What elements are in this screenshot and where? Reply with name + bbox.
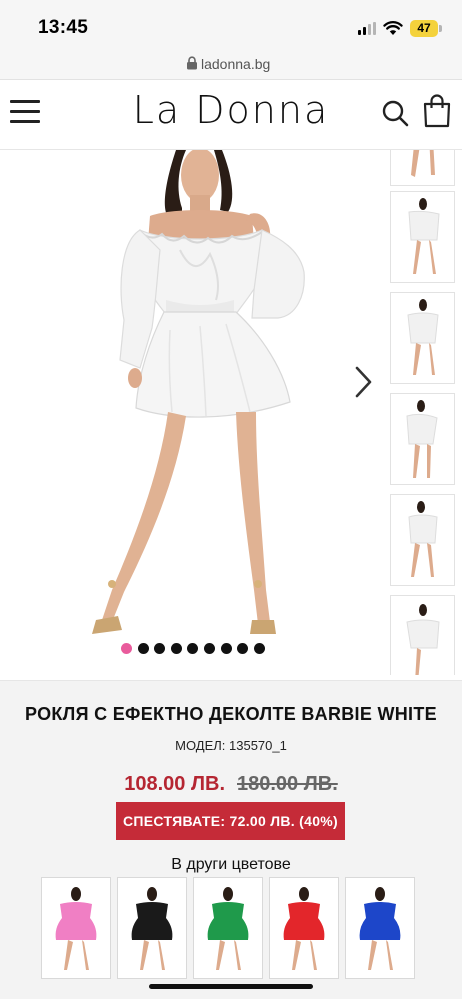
status-bar: 13:45 47 (0, 0, 462, 50)
product-title: РОКЛЯ С ЕФЕКТНО ДЕКОЛТЕ BARBIE WHITE (25, 704, 437, 724)
wifi-icon (383, 21, 403, 35)
shopping-bag-icon[interactable] (423, 94, 451, 128)
url-text[interactable]: ladonna.bg (201, 56, 270, 72)
gallery-thumbnail[interactable] (390, 494, 455, 586)
gallery-thumbnail[interactable] (390, 191, 455, 283)
slide-dot[interactable] (204, 643, 215, 654)
home-indicator (149, 984, 313, 989)
status-time: 13:45 (38, 17, 89, 38)
thumbnail-strip (390, 150, 456, 675)
color-variant-pink[interactable] (41, 877, 111, 979)
savings-badge: СПЕСТЯВАТЕ: 72.00 ЛВ. (40%) (116, 802, 345, 840)
slide-dot[interactable] (154, 643, 166, 654)
slide-dot[interactable] (170, 643, 182, 654)
color-variant-blue[interactable] (345, 877, 415, 979)
color-variant-black[interactable] (117, 877, 187, 979)
price-old: 180.00 ЛВ. (237, 773, 338, 795)
slide-dot[interactable] (121, 643, 132, 654)
color-variant-green[interactable] (193, 877, 263, 979)
address-bar[interactable]: ladonna.bg (0, 50, 462, 80)
product-main-photo[interactable] (0, 150, 385, 640)
search-icon[interactable] (380, 98, 410, 128)
slide-dot[interactable] (220, 643, 232, 654)
slide-dot[interactable] (187, 643, 199, 654)
lock-icon (187, 56, 197, 70)
gallery-thumbnail[interactable] (390, 595, 455, 675)
price-current: 108.00 ЛВ. (124, 773, 225, 795)
product-gallery (0, 150, 462, 680)
product-model: МОДЕЛ: 135570_1 (175, 738, 287, 753)
cellular-signal-icon (358, 22, 378, 35)
site-header: La Donna (0, 80, 462, 150)
battery-indicator: 47 (410, 20, 438, 37)
slide-dot[interactable] (237, 643, 249, 654)
gallery-thumbnail[interactable] (390, 292, 455, 384)
product-info: РОКЛЯ С ЕФЕКТНО ДЕКОЛТЕ BARBIE WHITE МОД… (0, 680, 462, 999)
slide-dot[interactable] (137, 643, 149, 654)
color-variant-red[interactable] (269, 877, 339, 979)
slide-dot[interactable] (253, 643, 265, 654)
gallery-thumbnail[interactable] (390, 393, 455, 485)
battery-tip (439, 25, 442, 32)
other-colors-label: В други цветове (171, 856, 291, 873)
price-row: 108.00 ЛВ. 180.00 ЛВ. (0, 773, 462, 796)
chevron-right-icon[interactable] (350, 364, 376, 400)
gallery-thumbnail[interactable] (390, 150, 455, 186)
